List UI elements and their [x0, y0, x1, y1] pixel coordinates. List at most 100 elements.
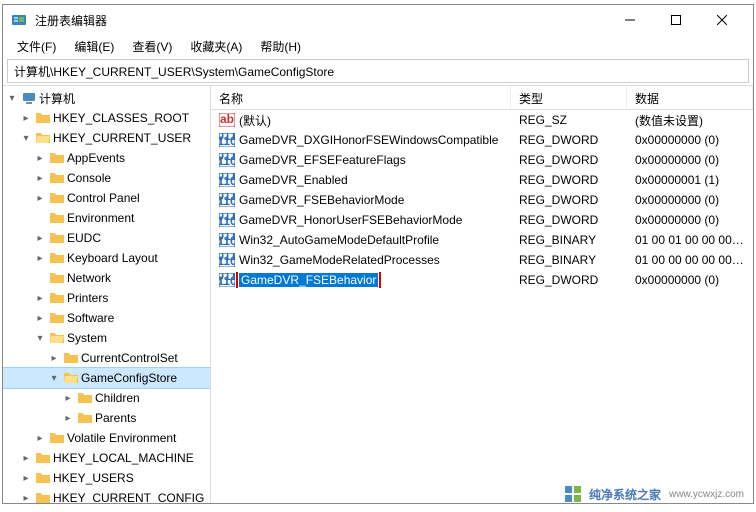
table-row[interactable]: ab(默认)REG_SZ(数值未设置) [211, 110, 753, 130]
folder-icon [49, 190, 65, 206]
tree-hklm[interactable]: HKEY_LOCAL_MACHINE [3, 448, 210, 468]
svg-text:110: 110 [219, 194, 235, 207]
tree-system[interactable]: System [3, 328, 210, 348]
tree-software[interactable]: Software [3, 308, 210, 328]
table-row[interactable]: 011110 Win32_AutoGameModeDefaultProfile RE… [211, 230, 753, 250]
value-type: REG_BINARY [511, 252, 627, 268]
table-row[interactable]: 011110 GameDVR_DXGIHonorFSEWindowsCompati… [211, 130, 753, 150]
table-row[interactable]: 011110 GameDVR_Enabled REG_DWORD0x00000001… [211, 170, 753, 190]
value-name: GameDVR_FSEBehaviorMode [239, 193, 404, 207]
tree-controlpanel[interactable]: Control Panel [3, 188, 210, 208]
value-data: 0x00000000 (0) [627, 212, 753, 228]
svg-text:110: 110 [219, 134, 235, 147]
folder-icon [49, 270, 65, 286]
column-name[interactable]: 名称 [211, 86, 511, 109]
tree-hkcu[interactable]: HKEY_CURRENT_USER [3, 128, 210, 148]
folder-icon [49, 310, 65, 326]
value-data: 0x00000000 (0) [627, 132, 753, 148]
folder-icon [49, 150, 65, 166]
value-name: GameDVR_FSEBehavior [239, 273, 378, 287]
address-bar[interactable]: 计算机\HKEY_CURRENT_USER\System\GameConfigS… [7, 59, 749, 83]
value-data: 0x00000001 (1) [627, 172, 753, 188]
app-icon [11, 12, 27, 28]
binary-value-icon: 011110 [219, 233, 235, 247]
value-name: GameDVR_DXGIHonorFSEWindowsCompatible [239, 133, 498, 147]
tree-panel[interactable]: 计算机 HKEY_CLASSES_ROOT HKEY_CURRENT_USER … [3, 86, 211, 503]
value-name: Win32_AutoGameModeDefaultProfile [239, 233, 439, 247]
value-data: 01 00 01 00 00 00 00 [627, 232, 753, 248]
svg-text:110: 110 [219, 174, 235, 187]
tree-keyboard[interactable]: Keyboard Layout [3, 248, 210, 268]
tree-root[interactable]: 计算机 [3, 88, 210, 108]
tree-children[interactable]: Children [3, 388, 210, 408]
menu-file[interactable]: 文件(F) [9, 36, 64, 57]
binary-value-icon: 011110 [219, 173, 235, 187]
binary-value-icon: 011110 [219, 213, 235, 227]
tree-appevents[interactable]: AppEvents [3, 148, 210, 168]
value-type: REG_DWORD [511, 272, 627, 288]
value-type: REG_DWORD [511, 212, 627, 228]
value-name: GameDVR_Enabled [239, 173, 348, 187]
svg-text:110: 110 [219, 154, 235, 167]
table-row[interactable]: 011110Win32_GameModeRelatedProcessesREG_… [211, 250, 753, 270]
value-type: REG_DWORD [511, 192, 627, 208]
tree-printers[interactable]: Printers [3, 288, 210, 308]
binary-value-icon: 011110 [219, 273, 235, 287]
binary-value-icon: 011110 [219, 153, 235, 167]
titlebar: 注册表编辑器 [3, 5, 753, 35]
content-area: 计算机 HKEY_CLASSES_ROOT HKEY_CURRENT_USER … [3, 85, 753, 503]
table-row[interactable]: 011110GameDVR_FSEBehaviorModeREG_DWORD0x… [211, 190, 753, 210]
svg-text:110: 110 [219, 234, 235, 247]
address-text: 计算机\HKEY_CURRENT_USER\System\GameConfigS… [14, 63, 334, 80]
folder-open-icon [49, 330, 65, 346]
tree-gameconfigstore[interactable]: GameConfigStore [3, 368, 210, 388]
folder-icon [49, 210, 65, 226]
menu-favorites[interactable]: 收藏夹(A) [182, 36, 250, 57]
tree-console[interactable]: Console [3, 168, 210, 188]
tree-hkcr[interactable]: HKEY_CLASSES_ROOT [3, 108, 210, 128]
binary-value-icon: 011110 [219, 133, 235, 147]
tree-network[interactable]: Network [3, 268, 210, 288]
svg-text:110: 110 [219, 274, 235, 287]
window-title: 注册表编辑器 [35, 12, 607, 29]
close-button[interactable] [699, 5, 745, 35]
value-data: 0x00000000 (0) [627, 152, 753, 168]
tree-parents[interactable]: Parents [3, 408, 210, 428]
value-data: 0x00000000 (0) [627, 192, 753, 208]
tree-environment[interactable]: Environment [3, 208, 210, 228]
svg-text:ab: ab [220, 113, 234, 126]
folder-icon [49, 430, 65, 446]
tree-volatileenv[interactable]: Volatile Environment [3, 428, 210, 448]
table-row[interactable]: 011110GameDVR_FSEBehaviorREG_DWORD0x0000… [211, 270, 753, 290]
value-type: REG_DWORD [511, 172, 627, 188]
value-data: 01 00 00 00 00 00 00 0 [627, 252, 753, 268]
column-type[interactable]: 类型 [511, 86, 627, 109]
tree-hku[interactable]: HKEY_USERS [3, 468, 210, 488]
folder-open-icon [35, 130, 51, 146]
menu-help[interactable]: 帮助(H) [252, 36, 309, 57]
column-data[interactable]: 数据 [627, 86, 753, 109]
folder-icon [35, 490, 51, 503]
value-name: GameDVR_HonorUserFSEBehaviorMode [239, 213, 462, 227]
value-data: (数值未设置) [627, 111, 753, 130]
table-row[interactable]: 011110 GameDVR_HonorUserFSEBehaviorMode RE… [211, 210, 753, 230]
folder-open-icon [63, 370, 79, 386]
value-name: Win32_GameModeRelatedProcesses [239, 253, 440, 267]
folder-icon [35, 470, 51, 486]
minimize-button[interactable] [607, 5, 653, 35]
maximize-button[interactable] [653, 5, 699, 35]
menu-view[interactable]: 查看(V) [124, 36, 180, 57]
window-controls [607, 5, 745, 35]
value-list: 名称 类型 数据 ab(默认)REG_SZ(数值未设置)011110GameDV… [211, 86, 753, 503]
table-row[interactable]: 011110GameDVR_EFSEFeatureFlagsREG_DWORD0… [211, 150, 753, 170]
watermark-url: www.ycwxjz.com [669, 489, 744, 500]
folder-icon [49, 250, 65, 266]
folder-icon [35, 110, 51, 126]
tree-hkcc[interactable]: HKEY_CURRENT_CONFIG [3, 488, 210, 503]
menu-edit[interactable]: 编辑(E) [66, 36, 122, 57]
value-type: REG_BINARY [511, 232, 627, 248]
list-header: 名称 类型 数据 [211, 86, 753, 110]
tree-currentcontrolset[interactable]: CurrentControlSet [3, 348, 210, 368]
tree-eudc[interactable]: EUDC [3, 228, 210, 248]
computer-icon [21, 90, 37, 106]
